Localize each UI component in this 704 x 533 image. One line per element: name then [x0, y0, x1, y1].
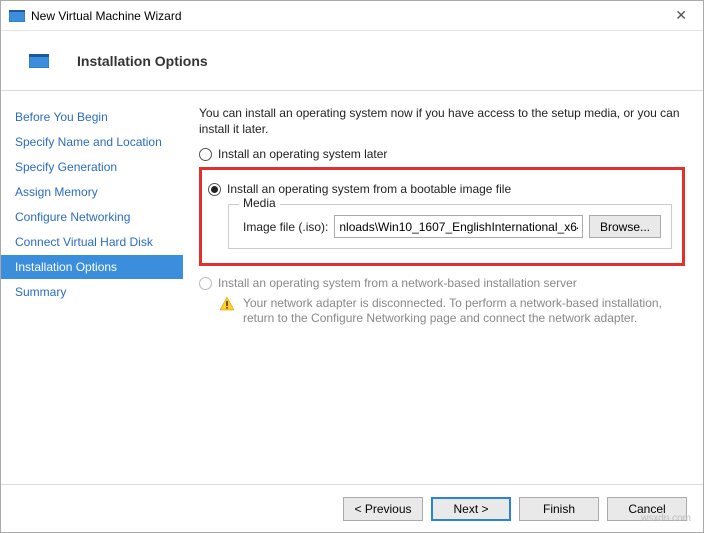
next-button[interactable]: Next >: [431, 497, 511, 521]
sidebar-item-summary[interactable]: Summary: [1, 280, 183, 304]
page-title: Installation Options: [77, 53, 208, 69]
footer: < Previous Next > Finish Cancel: [1, 484, 703, 532]
radio-icon: [208, 183, 221, 196]
sidebar-item-assign-memory[interactable]: Assign Memory: [1, 180, 183, 204]
highlight-box: Install an operating system from a boota…: [199, 167, 685, 266]
sidebar-item-connect-vhd[interactable]: Connect Virtual Hard Disk: [1, 230, 183, 254]
image-file-row: Image file (.iso): Browse...: [243, 215, 661, 238]
header-icon: [29, 54, 49, 68]
radio-install-network: Install an operating system from a netwo…: [199, 276, 685, 290]
browse-button[interactable]: Browse...: [589, 215, 661, 238]
media-group: Media Image file (.iso): Browse...: [228, 204, 672, 249]
content: You can install an operating system now …: [183, 91, 703, 484]
radio-label: Install an operating system later: [218, 147, 387, 161]
radio-install-later[interactable]: Install an operating system later: [199, 147, 685, 161]
radio-install-image[interactable]: Install an operating system from a boota…: [208, 182, 672, 196]
sidebar-item-configure-networking[interactable]: Configure Networking: [1, 205, 183, 229]
radio-icon: [199, 148, 212, 161]
sidebar: Before You Begin Specify Name and Locati…: [1, 91, 183, 484]
window-title: New Virtual Machine Wizard: [31, 9, 667, 23]
body: Before You Begin Specify Name and Locati…: [1, 91, 703, 484]
sidebar-item-installation-options[interactable]: Installation Options: [1, 255, 183, 279]
warning-icon: [219, 296, 235, 312]
close-icon[interactable]: ✕: [667, 7, 695, 24]
radio-label: Install an operating system from a boota…: [227, 182, 511, 196]
sidebar-item-before-you-begin[interactable]: Before You Begin: [1, 105, 183, 129]
app-icon: [9, 10, 25, 22]
previous-button[interactable]: < Previous: [343, 497, 423, 521]
sidebar-item-specify-generation[interactable]: Specify Generation: [1, 155, 183, 179]
intro-text: You can install an operating system now …: [199, 105, 685, 137]
watermark: wsxdn.com: [641, 513, 691, 524]
finish-button[interactable]: Finish: [519, 497, 599, 521]
image-file-label: Image file (.iso):: [243, 220, 328, 234]
header: Installation Options: [1, 31, 703, 91]
radio-icon: [199, 277, 212, 290]
image-file-input[interactable]: [334, 215, 583, 238]
warning-row: Your network adapter is disconnected. To…: [219, 296, 685, 326]
group-title: Media: [239, 196, 280, 210]
radio-label: Install an operating system from a netwo…: [218, 276, 577, 290]
warning-text: Your network adapter is disconnected. To…: [243, 296, 685, 326]
titlebar: New Virtual Machine Wizard ✕: [1, 1, 703, 31]
sidebar-item-specify-name[interactable]: Specify Name and Location: [1, 130, 183, 154]
wizard-window: New Virtual Machine Wizard ✕ Installatio…: [0, 0, 704, 533]
